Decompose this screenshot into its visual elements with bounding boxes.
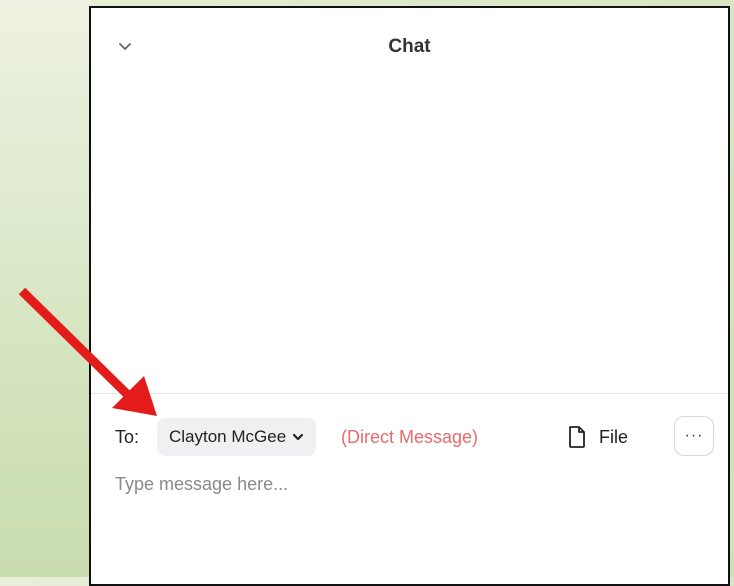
composer-divider (91, 393, 728, 394)
recipient-row: To: Clayton McGee (Direct Message) File … (91, 416, 728, 456)
file-label: File (599, 426, 629, 447)
message-input[interactable] (115, 464, 705, 504)
more-icon: ··· (684, 427, 704, 444)
direct-message-label: (Direct Message) (341, 427, 479, 447)
to-label: To: (115, 427, 140, 447)
desktop-background (0, 0, 90, 577)
recipient-dropdown[interactable]: Clayton McGee (157, 418, 317, 456)
file-icon (569, 426, 585, 448)
file-button[interactable]: File (567, 420, 628, 454)
chat-header: Chat (91, 8, 728, 78)
recipient-name: Clayton McGee (169, 427, 287, 446)
messages-area (91, 78, 728, 392)
chat-title: Chat (388, 36, 431, 57)
chevron-down-icon (293, 433, 304, 441)
chat-panel: Chat To: Clayton McGee (Direct Message) … (89, 6, 730, 586)
more-options-button[interactable]: ··· (674, 416, 714, 456)
